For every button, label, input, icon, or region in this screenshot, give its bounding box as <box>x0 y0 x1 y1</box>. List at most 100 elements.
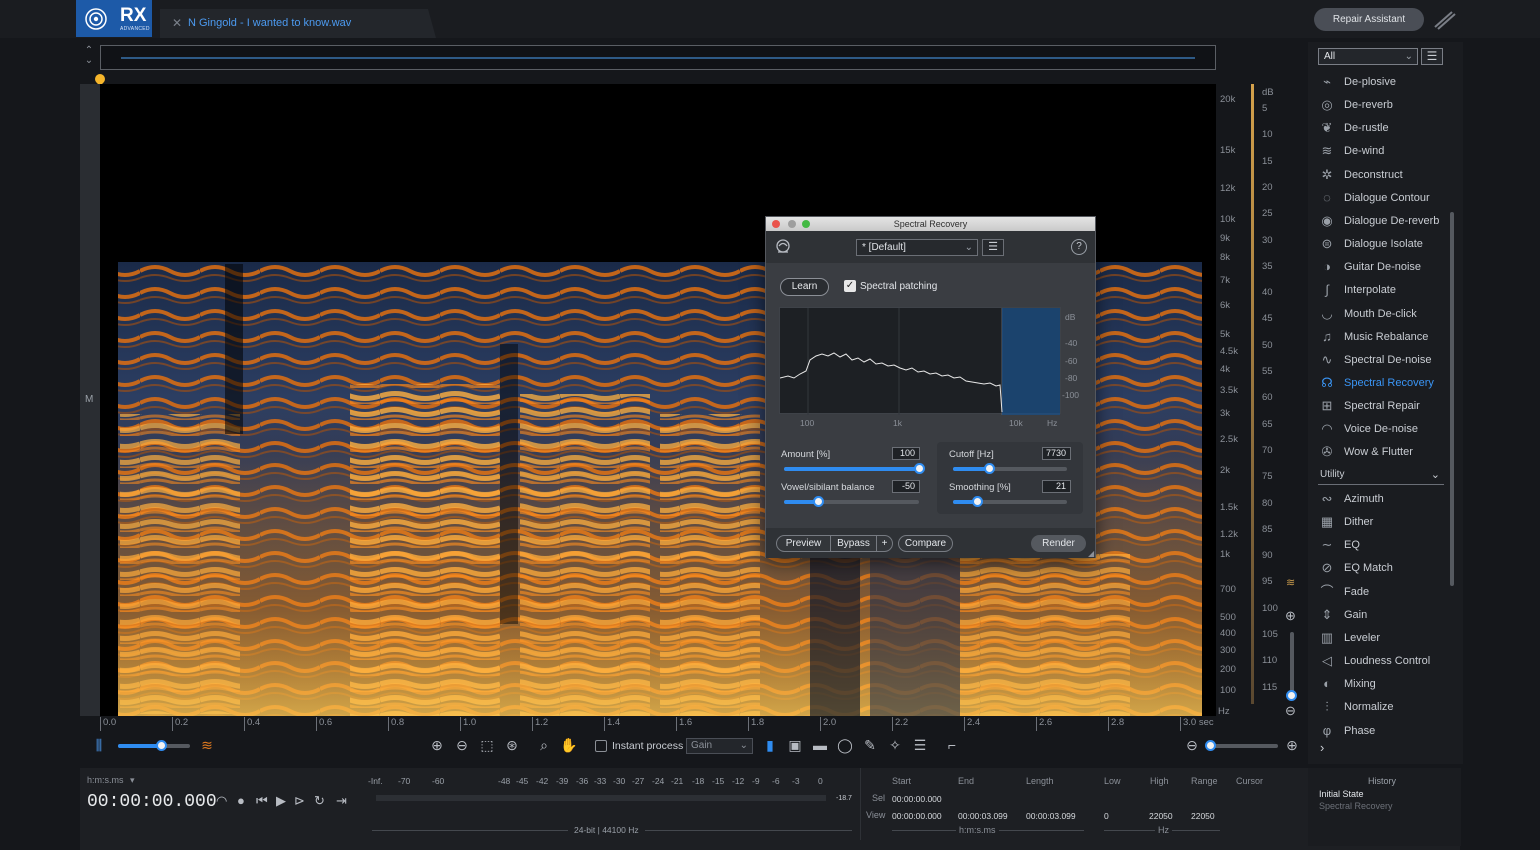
hand-tool-icon[interactable]: ✋ <box>559 734 579 756</box>
module-item[interactable]: ◎ De-reverb <box>1318 96 1448 116</box>
time-selection-tool-icon[interactable]: ▮ <box>760 734 780 756</box>
loop-icon[interactable]: ↻ <box>314 793 325 809</box>
utility-item[interactable]: ◁ Loudness Control <box>1318 652 1448 672</box>
minimize-window-icon[interactable] <box>788 220 796 228</box>
module-item[interactable]: ⊞ Spectral Repair <box>1318 397 1448 417</box>
go-to-start-icon[interactable]: ⏮ <box>256 793 268 809</box>
record-icon[interactable]: ● <box>237 793 245 808</box>
bypass-button[interactable]: Bypass <box>830 535 877 552</box>
frequency-selection-icon[interactable]: ▬ <box>810 734 830 756</box>
play-to-end-icon[interactable]: ⇥ <box>336 793 347 809</box>
module-item[interactable]: ♫ Music Rebalance <box>1318 328 1448 348</box>
spectrum-graph[interactable] <box>779 307 1061 415</box>
vertical-zoom-in-icon[interactable]: ⊕ <box>1285 608 1301 624</box>
play-icon[interactable]: ▶ <box>276 793 286 809</box>
waveform-view-icon[interactable]: ⫼ <box>89 734 109 756</box>
spectrogram-settings-icon[interactable]: ≋ <box>1286 576 1300 590</box>
horizontal-zoom-out-icon[interactable]: ⊖ <box>1182 734 1202 756</box>
utility-item[interactable]: ⊘ EQ Match <box>1318 559 1448 579</box>
spectrogram-view-icon[interactable]: ≋ <box>197 734 217 756</box>
amount-field[interactable]: 100 <box>892 447 920 460</box>
balance-field[interactable]: -50 <box>892 480 920 493</box>
file-tab[interactable]: ✕ N Gingold - I wanted to know.wav <box>160 9 436 38</box>
module-item[interactable]: ◉ Dialogue De-reverb <box>1318 212 1448 232</box>
zoom-in-icon[interactable]: ⊕ <box>427 734 447 756</box>
module-item[interactable]: ◠ Voice De-noise <box>1318 420 1448 440</box>
view-end-field[interactable]: 00:00:03.099 <box>958 811 1008 821</box>
vertical-zoom-out-icon[interactable]: ⊖ <box>1285 703 1301 719</box>
utility-item[interactable]: ⇕ Gain <box>1318 606 1448 626</box>
module-list-menu-icon[interactable]: ☰ <box>1421 48 1443 65</box>
lasso-tool-icon[interactable]: ◯ <box>835 734 855 756</box>
overview-waveform[interactable] <box>100 45 1216 70</box>
utility-item[interactable]: ∾ Azimuth <box>1318 490 1448 510</box>
chevron-right-icon[interactable]: › <box>1320 740 1324 755</box>
horizontal-zoom-slider[interactable] <box>1204 740 1278 751</box>
time-frequency-selection-icon[interactable]: ▣ <box>785 734 805 756</box>
utility-item[interactable]: ⫶ Normalize <box>1318 698 1448 718</box>
close-window-icon[interactable] <box>772 220 780 228</box>
utility-item[interactable]: ▦ Dither <box>1318 513 1448 533</box>
utility-section-header[interactable]: Utility ⌄ <box>1318 469 1444 485</box>
utility-item[interactable]: ▥ Leveler <box>1318 629 1448 649</box>
spectrogram-opacity-slider[interactable] <box>118 740 190 751</box>
time-axis[interactable]: 0.0 0.2 0.4 0.6 0.8 1.0 1.2 1.4 1.6 1.8 2.0 2.2 2.4 2… <box>100 716 1220 732</box>
preset-menu-icon[interactable]: ☰ <box>982 239 1004 256</box>
module-item[interactable]: ∫ Interpolate <box>1318 281 1448 301</box>
time-format-label[interactable]: h:m:s.ms <box>87 775 124 785</box>
cutoff-slider[interactable] <box>953 463 1067 474</box>
sel-start-field[interactable]: 00:00:00.000 <box>892 794 942 804</box>
preset-select[interactable]: * [Default] ⌄ <box>856 239 978 256</box>
preview-button[interactable]: Preview <box>776 535 831 552</box>
history-last-item[interactable]: Spectral Recovery <box>1319 801 1393 811</box>
module-item[interactable]: ⌁ De-plosive <box>1318 73 1448 93</box>
amount-slider[interactable] <box>784 463 925 474</box>
module-item[interactable]: ❦ De-rustle <box>1318 119 1448 139</box>
module-item[interactable]: ✲ Deconstruct <box>1318 166 1448 186</box>
cutoff-region[interactable] <box>1002 308 1060 415</box>
utility-item[interactable]: ∼ EQ <box>1318 536 1448 556</box>
history-initial-state[interactable]: Initial State <box>1319 789 1364 799</box>
zoom-selection-icon[interactable]: ⬚ <box>477 734 497 756</box>
module-item[interactable]: ∿ Spectral De-noise <box>1318 351 1448 371</box>
harmonic-selection-icon[interactable]: ☰ <box>910 734 930 756</box>
bypass-add-button[interactable]: + <box>876 535 893 552</box>
module-item[interactable]: ⊜ Dialogue Isolate <box>1318 235 1448 255</box>
learn-button[interactable]: Learn <box>780 278 829 296</box>
module-item[interactable]: ☊ Spectral Recovery <box>1318 374 1448 394</box>
smoothing-field[interactable]: 21 <box>1042 480 1071 493</box>
smoothing-slider[interactable] <box>953 496 1067 507</box>
compare-button[interactable]: Compare <box>898 535 953 552</box>
cutoff-field[interactable]: 7730 <box>1042 447 1071 460</box>
repair-assistant-button[interactable]: Repair Assistant <box>1314 8 1424 31</box>
instant-process-checkbox[interactable] <box>595 740 607 752</box>
app-logo[interactable]: RX ADVANCED <box>76 0 152 37</box>
utility-item[interactable]: ⌒ Fade <box>1318 583 1448 603</box>
vertical-zoom-slider[interactable] <box>1290 632 1294 696</box>
magic-wand-icon[interactable]: ✧ <box>885 734 905 756</box>
zoom-window-icon[interactable] <box>802 220 810 228</box>
time-format-dropdown-icon[interactable]: ▾ <box>130 775 135 786</box>
module-item[interactable]: ≋ De-wind <box>1318 142 1448 162</box>
balance-slider[interactable] <box>784 496 919 507</box>
render-button[interactable]: Render <box>1031 535 1086 552</box>
module-item[interactable]: ✇ Wow & Flutter <box>1318 443 1448 463</box>
low-field[interactable]: 0 <box>1104 811 1109 821</box>
view-start-field[interactable]: 00:00:00.000 <box>892 811 942 821</box>
zoom-out-icon[interactable]: ⊖ <box>452 734 472 756</box>
help-icon[interactable]: ? <box>1071 239 1087 255</box>
module-item[interactable]: ◡ Mouth De-click <box>1318 305 1448 325</box>
spectral-patching-checkbox[interactable]: ✓ <box>844 280 856 292</box>
module-item[interactable]: ◑ Guitar De-noise <box>1318 258 1448 278</box>
module-panel-scrollbar[interactable] <box>1450 212 1454 586</box>
horizontal-zoom-in-icon[interactable]: ⊕ <box>1282 734 1302 756</box>
zoom-fit-icon[interactable]: ⊛ <box>502 734 522 756</box>
overview-toggle-icon[interactable]: ⌃ ⌄ <box>82 46 96 68</box>
magnify-tool-icon[interactable]: ⌕ <box>534 734 554 756</box>
utility-item[interactable]: φ Phase <box>1318 722 1448 742</box>
module-item[interactable]: ◌ Dialogue Contour <box>1318 189 1448 209</box>
high-field[interactable]: 22050 <box>1149 811 1173 821</box>
resize-handle-icon[interactable]: ◢ <box>1088 549 1094 558</box>
view-length-field[interactable]: 00:00:03.099 <box>1026 811 1076 821</box>
play-selection-icon[interactable]: ⊳ <box>294 793 305 809</box>
